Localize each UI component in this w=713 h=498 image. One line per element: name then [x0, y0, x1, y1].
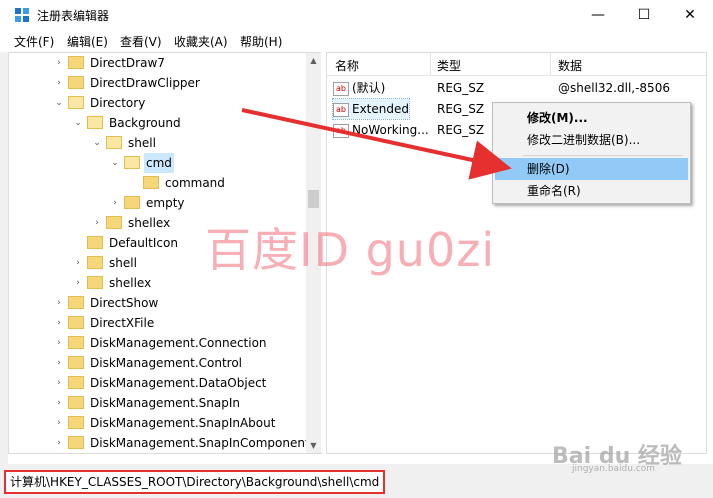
maximize-button[interactable]: ☐ [621, 0, 667, 30]
tree-node[interactable]: DefaultIcon [72, 233, 180, 253]
expand-icon[interactable]: › [53, 353, 65, 373]
current-key-path: 计算机\HKEY_CLASSES_ROOT\Directory\Backgrou… [4, 470, 386, 494]
tree-node[interactable]: › DiskManagement.SnapInAbout [53, 413, 277, 433]
menu-bar: 文件(F) 编辑(E) 查看(V) 收藏夹(A) 帮助(H) [0, 30, 713, 52]
folder-icon [87, 256, 103, 269]
window-edge [0, 52, 8, 464]
scroll-down-icon[interactable]: ▼ [306, 438, 321, 453]
tree-node[interactable]: › DiskManagement.Control [53, 353, 244, 373]
menu-edit[interactable]: 编辑(E) [67, 33, 108, 50]
folder-icon [87, 276, 103, 289]
folder-open-icon [87, 116, 103, 129]
collapse-icon[interactable]: ⌄ [109, 153, 121, 173]
tree-node[interactable]: › DiskManagement.SnapIn [53, 393, 242, 413]
folder-icon [87, 236, 103, 249]
menu-item-rename[interactable]: 重命名(R) [495, 180, 688, 202]
expand-icon[interactable]: › [53, 433, 65, 453]
tree-node[interactable]: › DiskManagement.SnapInComponent [53, 433, 312, 453]
tree-node[interactable]: › DirectShow [53, 293, 160, 313]
scroll-up-icon[interactable]: ▲ [306, 53, 321, 68]
string-value-icon: ab [333, 81, 349, 96]
folder-icon [68, 396, 84, 409]
baidu-jingyan-url: jingyan.baidu.com [572, 464, 656, 474]
context-menu: 修改(M)... 修改二进制数据(B)... 删除(D) 重命名(R) [492, 102, 691, 204]
expand-icon[interactable]: › [109, 193, 121, 213]
tree-node[interactable]: ⌄ Background [72, 113, 183, 133]
string-value-icon: ab [333, 123, 349, 138]
registry-editor-window: 注册表编辑器 — ☐ ✕ 文件(F) 编辑(E) 查看(V) 收藏夹(A) 帮助… [0, 0, 713, 498]
menu-item-delete[interactable]: 删除(D) [495, 158, 688, 180]
folder-icon [68, 356, 84, 369]
menu-item-modify[interactable]: 修改(M)... [495, 107, 688, 129]
title-bar: 注册表编辑器 — ☐ ✕ [0, 0, 713, 30]
tree-node[interactable]: › shellex [91, 213, 172, 233]
folder-icon [106, 216, 122, 229]
tree-node[interactable]: command [128, 173, 227, 193]
tree-node[interactable]: › DiskManagement.DataObject [53, 373, 268, 393]
tree-node[interactable]: › shell [72, 253, 139, 273]
table-row[interactable]: ab (默认) REG_SZ @shell32.dll,-8506 [327, 78, 706, 98]
folder-icon [124, 196, 140, 209]
column-type[interactable]: 类型 [437, 57, 461, 74]
folder-open-icon [124, 156, 140, 169]
tree-node-selected[interactable]: ⌄ cmd [109, 153, 174, 173]
tree-node[interactable]: ⌄ Directory [53, 93, 147, 113]
expand-icon[interactable]: › [53, 393, 65, 413]
expand-icon[interactable]: › [53, 373, 65, 393]
folder-icon [68, 416, 84, 429]
menu-help[interactable]: 帮助(H) [240, 33, 282, 50]
collapse-icon[interactable]: ⌄ [53, 93, 65, 113]
watermark-text: 百度ID gu0zi [205, 223, 496, 277]
expand-icon[interactable]: › [53, 293, 65, 313]
folder-icon [68, 296, 84, 309]
expand-icon[interactable]: › [53, 73, 65, 93]
column-name[interactable]: 名称 [335, 57, 359, 74]
folder-icon [68, 316, 84, 329]
folder-icon [68, 76, 84, 89]
expand-icon[interactable]: › [72, 273, 84, 293]
folder-icon [68, 336, 84, 349]
tree-node[interactable]: › DirectXFile [53, 313, 156, 333]
column-data[interactable]: 数据 [558, 57, 582, 74]
expand-icon[interactable]: › [53, 333, 65, 353]
expand-icon[interactable]: › [53, 53, 65, 73]
string-value-icon: ab [333, 102, 349, 117]
expand-icon[interactable]: › [53, 413, 65, 433]
tree-node[interactable]: › DirectDraw7 [53, 53, 167, 73]
folder-icon [68, 436, 84, 449]
menu-separator [523, 155, 683, 156]
tree-node[interactable]: › DiskManagement.Connection [53, 333, 269, 353]
window-title: 注册表编辑器 [37, 9, 110, 23]
menu-favorites[interactable]: 收藏夹(A) [174, 33, 228, 50]
expand-icon[interactable]: › [72, 253, 84, 273]
tree-node[interactable]: › DirectDrawClipper [53, 73, 202, 93]
expand-icon[interactable]: › [91, 213, 103, 233]
collapse-icon[interactable]: ⌄ [91, 133, 103, 153]
menu-item-modify-binary[interactable]: 修改二进制数据(B)... [495, 129, 688, 151]
close-button[interactable]: ✕ [667, 0, 713, 30]
folder-icon [68, 56, 84, 69]
minimize-button[interactable]: — [575, 0, 621, 30]
collapse-icon[interactable]: ⌄ [72, 113, 84, 133]
scroll-thumb[interactable] [308, 190, 319, 208]
expand-icon[interactable]: › [53, 313, 65, 333]
tree-node[interactable]: › shellex [72, 273, 153, 293]
list-header: 名称 类型 数据 [327, 53, 706, 76]
registry-editor-icon [15, 8, 29, 22]
folder-icon [68, 376, 84, 389]
folder-icon [143, 176, 159, 189]
folder-open-icon [106, 136, 122, 149]
tree-node[interactable]: › empty [109, 193, 187, 213]
menu-file[interactable]: 文件(F) [14, 33, 54, 50]
tree-node[interactable]: ⌄ shell [91, 133, 158, 153]
menu-view[interactable]: 查看(V) [120, 33, 162, 50]
folder-open-icon [68, 96, 84, 109]
